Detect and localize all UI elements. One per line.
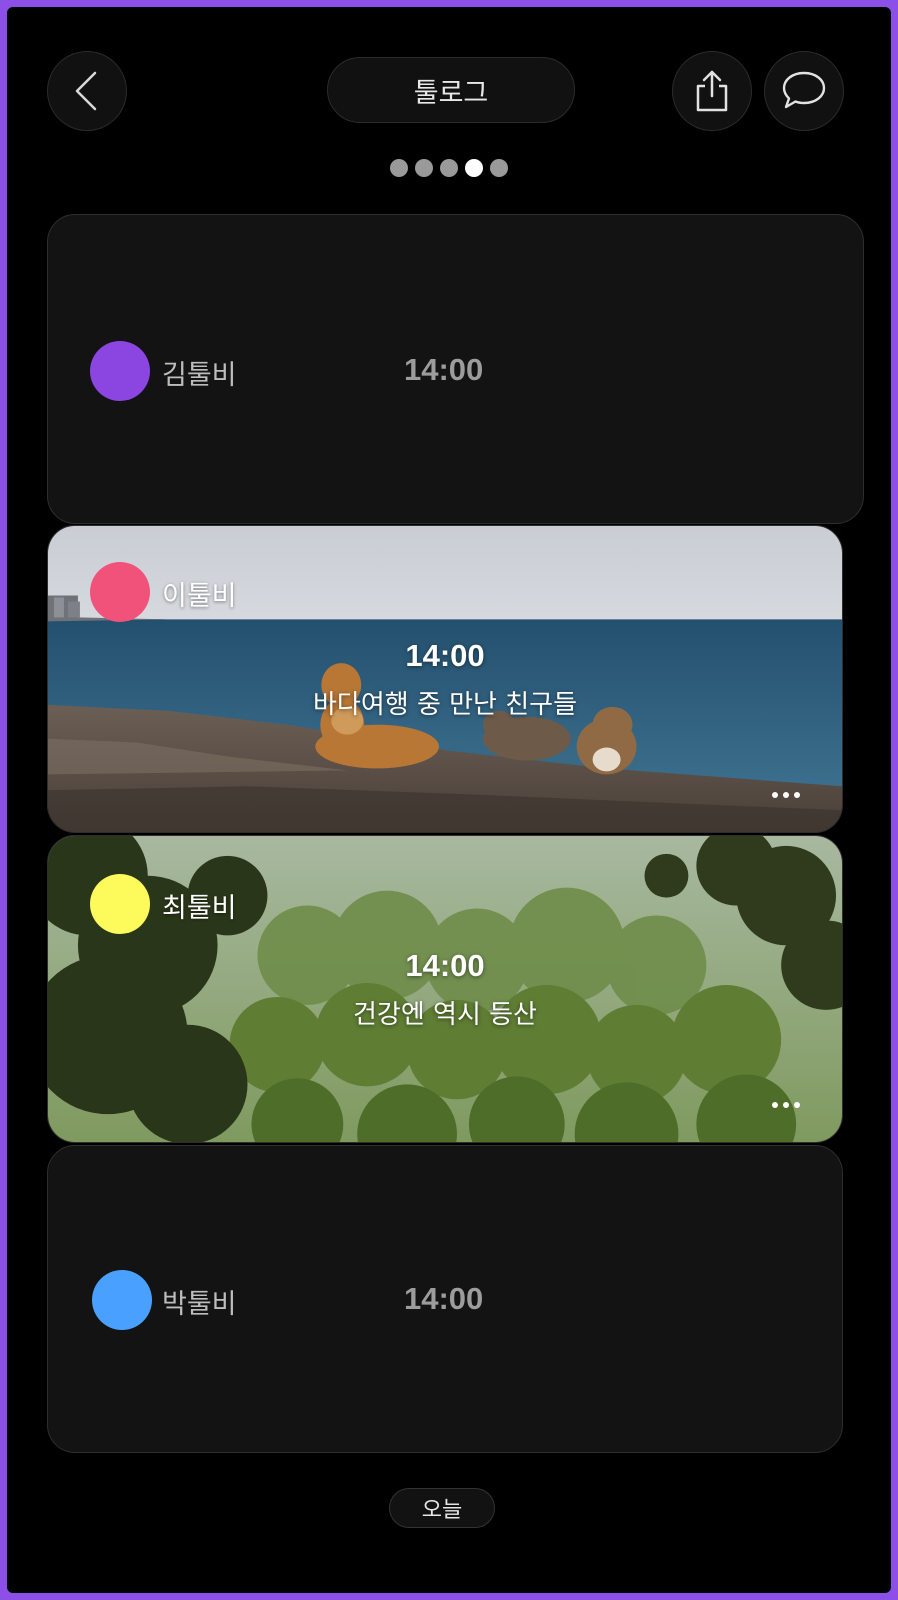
log-time: 14:00 [405, 638, 485, 673]
log-caption: 건강엔 역시 등산 [353, 1000, 537, 1030]
back-button[interactable] [47, 51, 127, 131]
avatar [92, 1270, 152, 1330]
chat-bubble-icon [782, 71, 826, 109]
sea-cats-photo [48, 526, 842, 832]
log-card-park[interactable]: 박툴비 14:00 [47, 1145, 843, 1453]
more-icon[interactable] [772, 792, 800, 798]
user-name: 최툴비 [162, 893, 237, 924]
more-icon[interactable] [772, 1102, 800, 1108]
log-card-kim[interactable]: 김툴비 14:00 [47, 214, 864, 524]
page-title: 툴로그 [327, 57, 575, 123]
page-dot[interactable] [415, 159, 433, 177]
user-name: 김툴비 [162, 360, 237, 391]
page-dot-active[interactable] [465, 159, 483, 177]
forest-photo [48, 836, 842, 1142]
log-time: 14:00 [404, 352, 484, 387]
log-time: 14:00 [404, 1281, 484, 1316]
user-name: 박툴비 [162, 1289, 237, 1320]
user-name: 이툴비 [162, 581, 237, 612]
comment-button[interactable] [764, 51, 844, 131]
page-dot[interactable] [490, 159, 508, 177]
page-dot[interactable] [440, 159, 458, 177]
log-card-choi[interactable]: 최툴비 14:00 건강엔 역시 등산 [47, 835, 843, 1143]
today-button[interactable]: 오늘 [389, 1488, 495, 1528]
log-card-lee[interactable]: 이툴비 14:00 바다여행 중 만난 친구들 [47, 525, 843, 833]
page-dot[interactable] [390, 159, 408, 177]
avatar [90, 341, 150, 401]
avatar [90, 874, 150, 934]
log-caption: 바다여행 중 만난 친구들 [313, 690, 577, 720]
log-time: 14:00 [405, 948, 485, 983]
avatar [90, 562, 150, 622]
page-indicator [7, 159, 891, 177]
share-icon [696, 70, 728, 112]
chevron-left-icon [75, 71, 97, 111]
share-button[interactable] [672, 51, 752, 131]
app-screen: 툴로그 김툴비 14:00 이툴비 14:00 바다여행 중 만난 친구들 최툴… [7, 7, 891, 1593]
